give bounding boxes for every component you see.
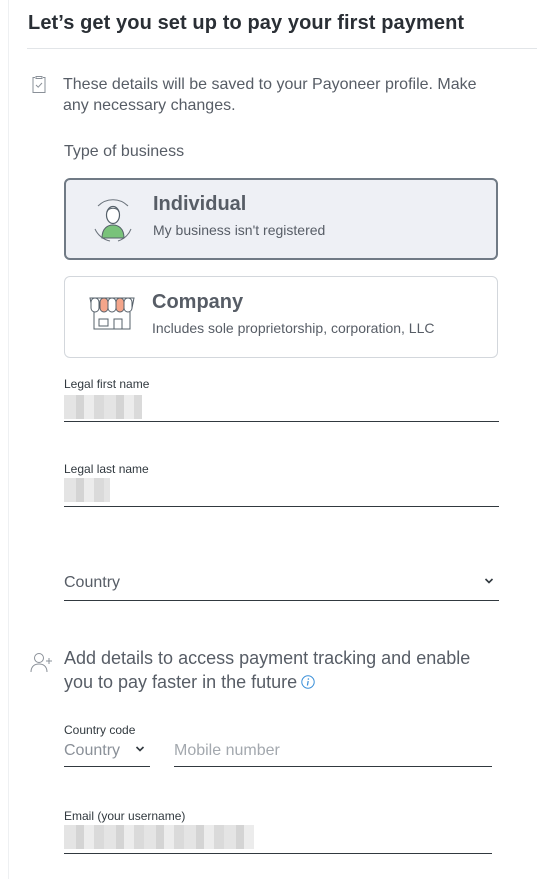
chevron-down-icon <box>484 578 494 584</box>
last-name-label: Legal last name <box>64 462 149 476</box>
redacted-last-name <box>64 478 110 502</box>
info-icon[interactable] <box>301 675 315 689</box>
profile-notice: These details will be saved to your Payo… <box>63 76 477 114</box>
company-title: Company <box>152 291 244 313</box>
tracking-details-text: Add details to access payment tracking a… <box>64 646 504 694</box>
redacted-email <box>64 825 254 849</box>
company-option[interactable]: Company Includes sole proprietorship, co… <box>64 276 498 358</box>
country-code-dropdown[interactable]: Country <box>64 739 150 767</box>
clipboard-check-icon <box>32 76 46 93</box>
country-code-label: Country code <box>64 723 136 737</box>
country-dropdown[interactable]: Country <box>64 572 499 601</box>
country-code-placeholder: Country <box>64 742 121 759</box>
last-name-underline <box>64 506 499 507</box>
storefront-icon <box>89 297 135 330</box>
email-underline <box>64 853 492 854</box>
add-user-icon <box>30 653 52 673</box>
individual-subtitle: My business isn't registered <box>153 222 326 238</box>
payment-setup-form: Let’s get you set up to pay your first p… <box>8 0 554 879</box>
mobile-number-input[interactable] <box>174 739 492 763</box>
country-placeholder: Country <box>64 574 121 591</box>
mobile-number-field[interactable] <box>174 739 492 767</box>
chevron-down-icon <box>135 746 145 752</box>
individual-option[interactable]: Individual My business isn't registered <box>64 178 498 260</box>
company-subtitle: Includes sole proprietorship, corporatio… <box>152 320 435 336</box>
tracking-details-label: Add details to access payment tracking a… <box>64 648 471 692</box>
email-field[interactable]: Email (your username) <box>64 809 492 855</box>
first-name-underline <box>64 421 499 422</box>
redacted-first-name <box>64 395 142 419</box>
email-label: Email (your username) <box>64 809 186 823</box>
person-avatar-icon <box>94 199 132 242</box>
first-name-label: Legal first name <box>64 377 150 391</box>
individual-title: Individual <box>153 193 247 215</box>
page-title: Let’s get you set up to pay your first p… <box>28 12 465 34</box>
business-type-label: Type of business <box>64 143 185 160</box>
last-name-field[interactable]: Legal last name <box>64 462 499 508</box>
first-name-field[interactable]: Legal first name <box>64 377 499 423</box>
title-divider <box>27 48 537 49</box>
